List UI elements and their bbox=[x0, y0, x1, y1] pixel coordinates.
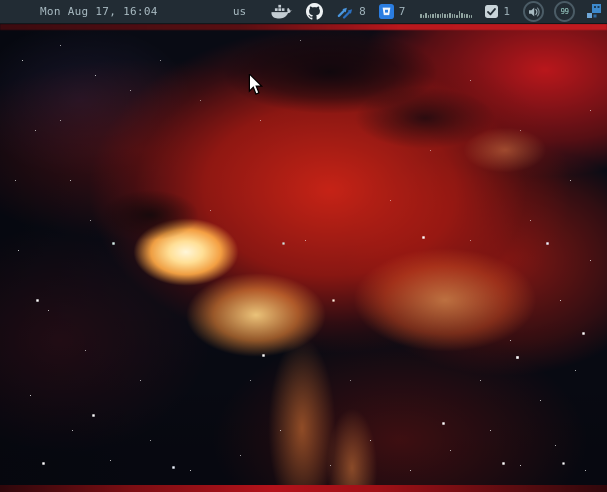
wallpaper-nebula bbox=[0, 0, 607, 492]
speaker-icon bbox=[528, 6, 540, 17]
app-squares-tray-item[interactable] bbox=[586, 3, 602, 20]
github-tray-item[interactable] bbox=[306, 3, 324, 20]
checked-checkbox-icon bbox=[485, 5, 499, 18]
tasks-count: 1 bbox=[503, 5, 510, 18]
keyboard-layout-indicator[interactable]: us bbox=[233, 5, 246, 18]
clock[interactable]: Mon Aug 17, 16:04 bbox=[40, 5, 158, 18]
desktop-screen: Mon Aug 17, 16:04 us 8 7 1 99 bbox=[0, 0, 607, 492]
bitbucket-tray-item[interactable]: 7 bbox=[378, 4, 406, 19]
system-monitor-graph[interactable] bbox=[420, 6, 473, 18]
docker-tray-item[interactable] bbox=[271, 4, 293, 19]
tasks-tray-item[interactable]: 1 bbox=[485, 5, 510, 18]
blue-squares-icon bbox=[587, 4, 601, 18]
git-arrows-tray-item[interactable]: 8 bbox=[336, 4, 366, 20]
bitbucket-count: 7 bbox=[398, 5, 406, 18]
bitbucket-bucket-icon bbox=[378, 4, 394, 19]
volume-control[interactable] bbox=[523, 1, 544, 22]
top-panel: Mon Aug 17, 16:04 us 8 7 1 99 bbox=[0, 0, 607, 24]
double-up-right-arrows-icon bbox=[337, 7, 353, 19]
nebula-red-band-bottom bbox=[0, 485, 607, 492]
git-arrows-count: 8 bbox=[359, 5, 366, 18]
github-octocat-icon bbox=[306, 3, 324, 20]
nebula-red-band-top bbox=[0, 24, 607, 30]
battery-percentage: 99 bbox=[560, 7, 569, 16]
docker-whale-icon bbox=[271, 4, 293, 19]
battery-indicator[interactable]: 99 bbox=[554, 1, 575, 22]
